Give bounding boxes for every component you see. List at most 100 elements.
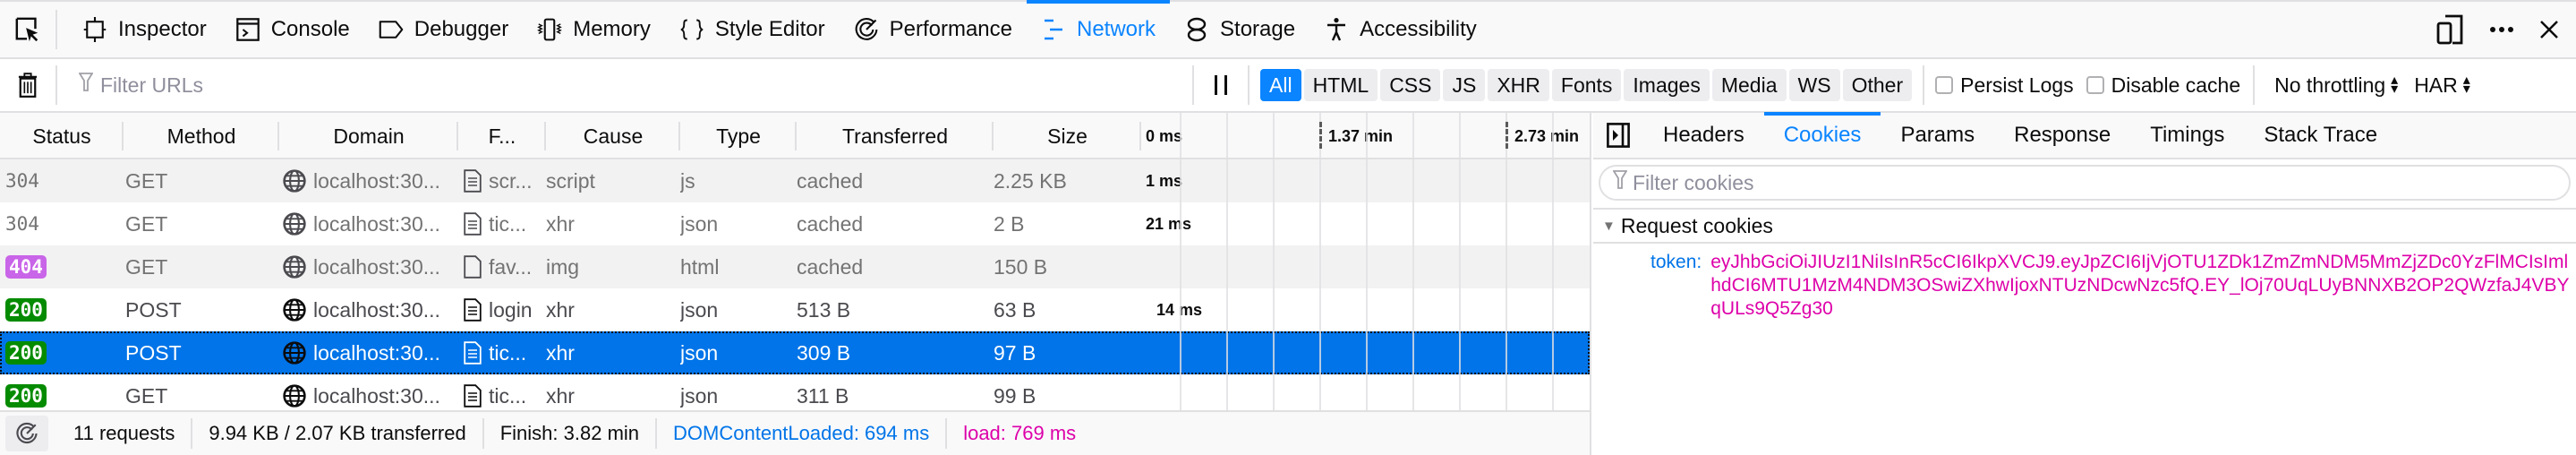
filter-urls-input[interactable]: Filter URLs <box>57 65 1194 105</box>
clear-requests-button[interactable] <box>0 65 57 105</box>
responsive-design-mode-button[interactable] <box>2436 14 2465 45</box>
type-filter-all[interactable]: All <box>1260 69 1301 101</box>
method: POST <box>125 340 182 365</box>
toggle-sidebar-button[interactable] <box>1593 114 1643 157</box>
tool-tab-style-editor[interactable]: Style Editor <box>665 2 840 57</box>
method: GET <box>125 254 168 279</box>
request-row[interactable]: 200 POST localhost:30... tic... xhr json 309 B… <box>0 331 1590 374</box>
request-row[interactable]: 304 GET localhost:30... scr... script js cache… <box>0 159 1590 202</box>
select-arrows-icon: ▴ ▾ <box>2462 73 2470 97</box>
column-header-file[interactable]: F... <box>458 113 546 159</box>
request-row[interactable]: 304 GET localhost:30... tic... xhr json cached… <box>0 202 1590 245</box>
cell-transferred: cached <box>797 159 992 202</box>
cell-time: 21 ms <box>1146 202 1271 245</box>
globe-icon <box>283 255 306 279</box>
file: tic... <box>489 211 527 236</box>
cookie-value[interactable]: eyJhbGciOiJIUzI1NiIsInR5cCI6IkpXVCJ9.eyJ… <box>1710 251 2570 321</box>
details-tab-cookies[interactable]: Cookies <box>1763 112 1881 159</box>
pause-recording-button[interactable] <box>1194 65 1250 105</box>
cell-transferred: 513 B <box>797 288 992 331</box>
details-tab-params[interactable]: Params <box>1881 112 1994 159</box>
persist-logs-label: Persist Logs <box>1960 73 2074 97</box>
cell-status: 200 <box>5 288 122 331</box>
size: 2 B <box>994 211 1025 236</box>
cell-cause: script <box>546 159 680 202</box>
type-filter-xhr[interactable]: XHR <box>1488 69 1549 101</box>
network-filter-bar: Filter URLs All HTML CSS JS XHR Fonts Images Me… <box>0 59 2576 113</box>
waterfall-duration: 14 ms <box>1156 300 1203 319</box>
cell-type: json <box>680 331 795 374</box>
column-header-type[interactable]: Type <box>680 113 797 159</box>
domain: localhost:30... <box>313 340 440 365</box>
funnel-icon <box>1612 170 1628 195</box>
waterfall-duration: 21 ms <box>1146 214 1192 233</box>
transferred: 311 B <box>797 383 849 408</box>
request-cookies-section-header[interactable]: ▼ Request cookies <box>1593 208 2576 244</box>
cell-time <box>1146 374 1271 410</box>
file-icon <box>464 212 482 236</box>
type-filter-images[interactable]: Images <box>1624 69 1710 101</box>
tool-tab-storage[interactable]: Storage <box>1170 2 1309 57</box>
cell-domain: localhost:30... <box>283 288 456 331</box>
close-devtools-button[interactable] <box>2538 19 2560 40</box>
method: GET <box>125 211 168 236</box>
inspector-icon <box>82 17 107 42</box>
request-row[interactable]: 404 GET localhost:30... fav... img html cached… <box>0 245 1590 288</box>
persist-logs-checkbox[interactable]: Persist Logs <box>1935 73 2074 98</box>
tool-tab-accessibility[interactable]: Accessibility <box>1309 2 1491 57</box>
cell-status: 304 <box>5 202 122 245</box>
details-tab-timings[interactable]: Timings <box>2130 112 2244 159</box>
tool-tab-console[interactable]: Console <box>221 2 364 57</box>
har-select[interactable]: HAR ▴ ▾ <box>2414 73 2470 98</box>
throttling-select[interactable]: No throttling ▴ ▾ <box>2274 73 2398 98</box>
method: GET <box>125 168 168 193</box>
column-header-domain[interactable]: Domain <box>279 113 458 159</box>
transferred: cached <box>797 254 864 279</box>
performance-analysis-button[interactable] <box>5 416 48 451</box>
request-row[interactable]: 200 GET localhost:30... tic... xhr json 311 B 9… <box>0 374 1590 410</box>
cell-domain: localhost:30... <box>283 374 456 410</box>
cell-file: tic... <box>464 202 544 245</box>
element-picker-button[interactable] <box>0 10 57 49</box>
waterfall-tick-0: 0 ms <box>1146 126 1183 145</box>
type-filter-media[interactable]: Media <box>1711 69 1787 101</box>
column-header-size[interactable]: Size <box>994 113 1141 159</box>
tool-tab-inspector[interactable]: Inspector <box>68 2 221 57</box>
column-header-status[interactable]: Status <box>0 113 124 159</box>
cell-cause: xhr <box>546 288 680 331</box>
type-filter-fonts[interactable]: Fonts <box>1551 69 1622 101</box>
type-filter-js[interactable]: JS <box>1443 69 1486 101</box>
cause: xhr <box>546 211 575 236</box>
tool-tab-debugger[interactable]: Debugger <box>364 2 523 57</box>
cell-file: login <box>464 288 544 331</box>
type-filter-ws[interactable]: WS <box>1788 69 1840 101</box>
tool-tab-performance[interactable]: Performance <box>840 2 1027 57</box>
disable-cache-checkbox[interactable]: Disable cache <box>2086 73 2240 98</box>
tool-tab-memory[interactable]: Memory <box>523 2 665 57</box>
column-header-transferred[interactable]: Transferred <box>797 113 994 159</box>
har-value: HAR <box>2414 73 2458 97</box>
filter-cookies-input[interactable]: Filter cookies <box>1599 165 2571 201</box>
type: json <box>680 211 719 236</box>
type-filter-css[interactable]: CSS <box>1380 69 1441 101</box>
details-tab-headers[interactable]: Headers <box>1643 112 1764 159</box>
type-filter-html[interactable]: HTML <box>1303 69 1378 101</box>
details-tab-response[interactable]: Response <box>1994 112 2130 159</box>
cell-cause: xhr <box>546 374 680 410</box>
cell-domain: localhost:30... <box>283 245 456 288</box>
checkbox-box[interactable] <box>1935 76 1954 94</box>
column-header-method[interactable]: Method <box>124 113 279 159</box>
network-summary-footer: 11 requests 9.94 KB / 2.07 KB transferre… <box>0 410 1591 455</box>
cell-cause: img <box>546 245 680 288</box>
checkbox-box[interactable] <box>2086 76 2104 94</box>
tool-tab-network[interactable]: Network <box>1026 0 1171 57</box>
request-row[interactable]: 200 POST localhost:30... login xhr json 513 B 6… <box>0 288 1590 331</box>
more-options-button[interactable] <box>2488 25 2515 34</box>
cell-transferred: cached <box>797 245 992 288</box>
column-header-cause[interactable]: Cause <box>546 113 680 159</box>
cell-method: GET <box>125 202 277 245</box>
cell-transferred: cached <box>797 202 992 245</box>
cell-type: js <box>680 159 795 202</box>
type-filter-other[interactable]: Other <box>1842 69 1913 101</box>
details-tab-stack-trace[interactable]: Stack Trace <box>2244 112 2397 159</box>
